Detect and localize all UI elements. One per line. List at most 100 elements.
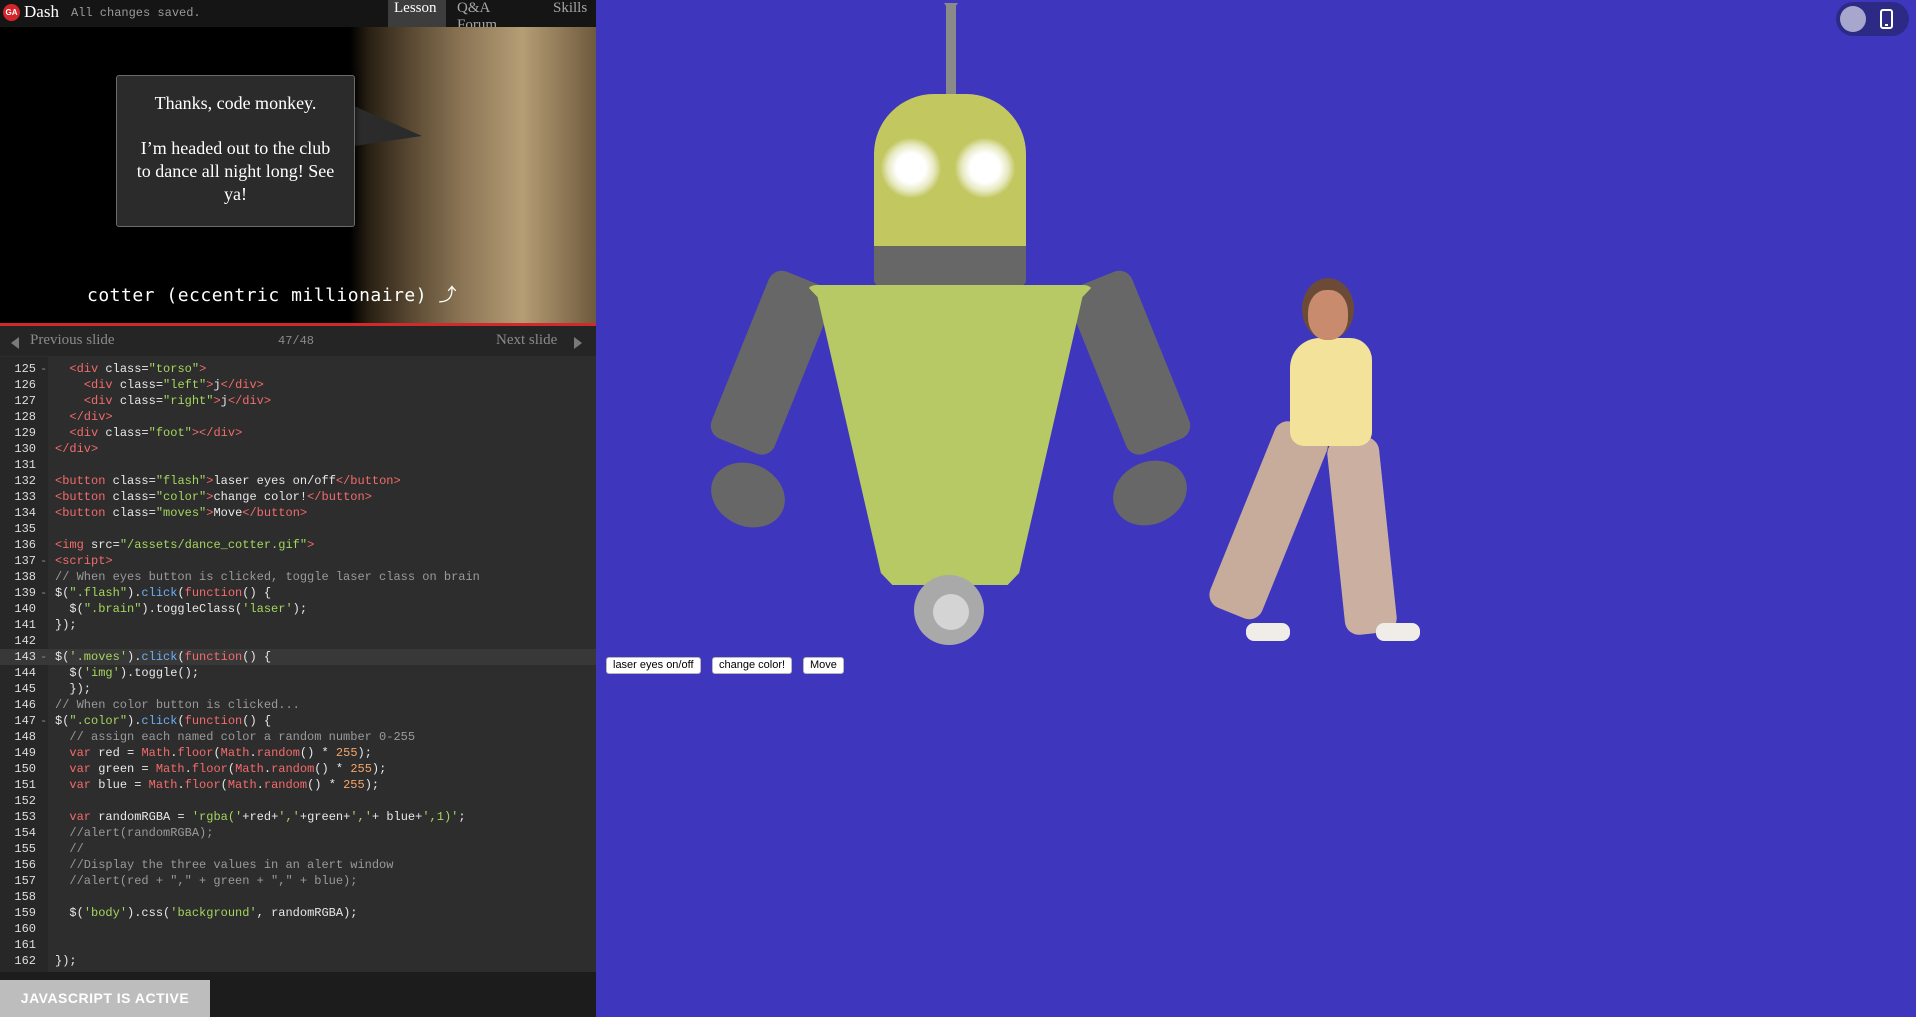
move-button[interactable]: Move [803, 657, 844, 674]
code-text[interactable]: //Display the three values in an alert w… [55, 857, 393, 873]
code-text[interactable]: </div> [55, 441, 98, 457]
code-text[interactable]: // [55, 841, 83, 857]
code-text[interactable]: }); [55, 681, 91, 697]
code-line[interactable]: 156 //Display the three values in an ale… [0, 857, 596, 873]
code-text[interactable]: $('.moves').click(function() { [55, 649, 271, 665]
code-text[interactable]: <script> [55, 553, 113, 569]
code-line[interactable]: 148 // assign each named color a random … [0, 729, 596, 745]
line-number: 147 [14, 714, 36, 728]
code-text[interactable]: <div class="left">j</div> [55, 377, 264, 393]
view-toggle[interactable] [1836, 2, 1909, 36]
code-text[interactable]: var green = Math.floor(Math.random() * 2… [55, 761, 386, 777]
code-text[interactable]: // When eyes button is clicked, toggle l… [55, 569, 480, 585]
code-line[interactable]: 140 $(".brain").toggleClass('laser'); [0, 601, 596, 617]
code-text[interactable]: $(".brain").toggleClass('laser'); [55, 601, 307, 617]
code-text[interactable]: </div> [55, 409, 112, 425]
code-line[interactable]: 161 [0, 937, 596, 953]
tab-skills[interactable]: Skills [547, 0, 595, 27]
code-line[interactable]: 152 [0, 793, 596, 809]
code-text[interactable]: $('img').toggle(); [55, 665, 199, 681]
code-text[interactable]: <img src="/assets/dance_cotter.gif"> [55, 537, 314, 553]
dancer-leg-left [1205, 417, 1332, 624]
code-line[interactable]: 158 [0, 889, 596, 905]
code-text[interactable]: var randomRGBA = 'rgba('+red+','+green+'… [55, 809, 465, 825]
dancer-shirt [1290, 338, 1372, 446]
code-line[interactable]: 162}); [0, 953, 596, 969]
code-line[interactable]: 146 // When color button is clicked... [0, 697, 596, 713]
top-bar: GA Dash All changes saved. Lesson Q&A Fo… [0, 0, 596, 33]
code-text[interactable]: <div class="right">j</div> [55, 393, 271, 409]
code-line[interactable]: 135 [0, 521, 596, 537]
ga-logo[interactable]: GA [3, 4, 20, 21]
line-number: 138 [14, 570, 36, 584]
code-text[interactable]: }); [55, 617, 77, 633]
fold-toggle-icon[interactable]: - [40, 553, 47, 569]
code-line[interactable]: 160 [0, 921, 596, 937]
chevron-left-icon[interactable] [11, 337, 19, 349]
chevron-right-icon[interactable] [574, 337, 582, 349]
code-text[interactable]: }); [55, 953, 77, 969]
code-text[interactable]: <button class="flash">laser eyes on/off<… [55, 473, 401, 489]
code-text[interactable]: var blue = Math.floor(Math.random() * 25… [55, 777, 379, 793]
fold-toggle-icon[interactable]: - [40, 361, 47, 377]
code-line[interactable]: 132 <button class="flash">laser eyes on/o… [0, 473, 596, 489]
code-line[interactable]: 128 </div> [0, 409, 596, 425]
tab-lesson[interactable]: Lesson [388, 0, 446, 27]
code-line[interactable]: 142 [0, 633, 596, 649]
code-line[interactable]: 141}); [0, 617, 596, 633]
slide-nav: Previous slide 47/48 Next slide [0, 326, 596, 356]
code-line[interactable]: 139- $(".flash").click(function() { [0, 585, 596, 601]
code-text[interactable]: // assign each named color a random numb… [55, 729, 415, 745]
fold-toggle-icon[interactable]: - [40, 713, 47, 729]
code-line[interactable]: 126 <div class="left">j</div> [0, 377, 596, 393]
code-line[interactable]: 150 var green = Math.floor(Math.random()… [0, 761, 596, 777]
robot-eye-left [881, 138, 941, 198]
tab-qa-forum[interactable]: Q&A Forum [451, 0, 539, 33]
laser-eyes-button[interactable]: laser eyes on/off [606, 657, 701, 674]
fold-toggle-icon[interactable]: - [40, 585, 47, 601]
code-line[interactable]: 125- <div class="torso"> [0, 361, 596, 377]
dancer-shoe-right [1376, 623, 1420, 641]
code-line[interactable]: 133 <button class="color">change color!</… [0, 489, 596, 505]
dancer-leg-right [1325, 435, 1399, 637]
phone-icon[interactable] [1880, 9, 1893, 29]
toggle-knob[interactable] [1840, 6, 1866, 32]
javascript-active-badge[interactable]: JAVASCRIPT IS ACTIVE [0, 980, 210, 1017]
code-line[interactable]: 153 var randomRGBA = 'rgba('+red+','+gre… [0, 809, 596, 825]
code-line[interactable]: 131 [0, 457, 596, 473]
code-line[interactable]: 129 <div class="foot"></div> [0, 425, 596, 441]
code-text[interactable]: //alert(randomRGBA); [55, 825, 213, 841]
code-line[interactable]: 144 $('img').toggle(); [0, 665, 596, 681]
code-line[interactable]: 127 <div class="right">j</div> [0, 393, 596, 409]
code-line[interactable]: 155 // [0, 841, 596, 857]
code-line[interactable]: 143- $('.moves').click(function() { [0, 649, 596, 665]
code-text[interactable]: $('body').css('background', randomRGBA); [55, 905, 357, 921]
code-line[interactable]: 154 //alert(randomRGBA); [0, 825, 596, 841]
code-text[interactable]: <button class="moves">Move</button> [55, 505, 307, 521]
previous-slide-link[interactable]: Previous slide [30, 332, 115, 349]
code-line[interactable]: 159 $('body').css('background', randomRG… [0, 905, 596, 921]
code-line[interactable]: 134 <button class="moves">Move</button> [0, 505, 596, 521]
code-text[interactable]: $(".color").click(function() { [55, 713, 271, 729]
code-text[interactable]: <button class="color">change color!</but… [55, 489, 372, 505]
next-slide-link[interactable]: Next slide [496, 332, 557, 349]
change-color-button[interactable]: change color! [712, 657, 793, 674]
line-number: 151 [14, 778, 36, 792]
code-line[interactable]: 138 // When eyes button is clicked, toggl… [0, 569, 596, 585]
code-editor[interactable]: 125- <div class="torso"> 126 <div class="… [0, 357, 596, 972]
fold-toggle-icon[interactable]: - [40, 649, 47, 665]
code-line[interactable]: 145 }); [0, 681, 596, 697]
code-line[interactable]: 136 <img src="/assets/dance_cotter.gif"> [0, 537, 596, 553]
code-text[interactable]: var red = Math.floor(Math.random() * 255… [55, 745, 372, 761]
code-line[interactable]: 149 var red = Math.floor(Math.random() *… [0, 745, 596, 761]
code-text[interactable]: // When color button is clicked... [55, 697, 300, 713]
code-line[interactable]: 157 //alert(red + "," + green + "," + bl… [0, 873, 596, 889]
code-text[interactable]: //alert(red + "," + green + "," + blue); [55, 873, 357, 889]
code-line[interactable]: 130 </div> [0, 441, 596, 457]
code-text[interactable]: $(".flash").click(function() { [55, 585, 271, 601]
code-text[interactable]: <div class="foot"></div> [55, 425, 242, 441]
code-line[interactable]: 151 var blue = Math.floor(Math.random() … [0, 777, 596, 793]
code-text[interactable]: <div class="torso"> [55, 361, 206, 377]
code-line[interactable]: 137- <script> [0, 553, 596, 569]
code-line[interactable]: 147- $(".color").click(function() { [0, 713, 596, 729]
